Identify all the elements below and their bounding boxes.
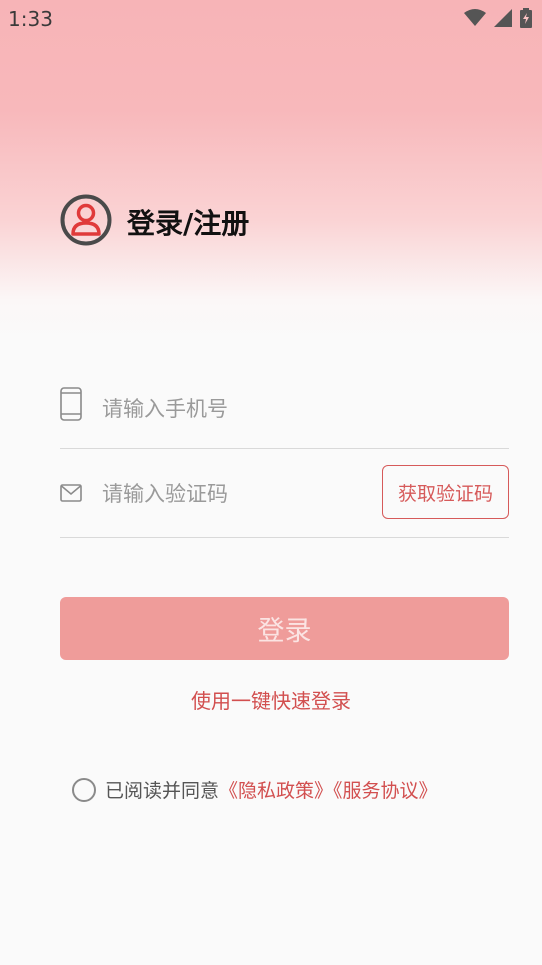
phone-input[interactable] <box>102 370 402 448</box>
code-field: 获取验证码 <box>60 460 509 538</box>
status-icons <box>464 8 532 28</box>
phone-field <box>60 370 509 449</box>
page-title: 登录/注册 <box>127 207 250 240</box>
agreement-label: 已阅读并同意 <box>105 780 220 802</box>
login-header: 登录/注册 <box>60 194 249 250</box>
mail-icon <box>60 484 82 506</box>
agreement: 已阅读并同意《隐私政策》《服务协议》 <box>72 776 438 803</box>
battery-icon <box>520 8 532 28</box>
code-input[interactable] <box>102 460 402 528</box>
login-button[interactable]: 登录 <box>60 597 509 660</box>
get-code-button[interactable]: 获取验证码 <box>382 465 509 519</box>
wifi-icon <box>464 9 486 27</box>
service-agreement-link[interactable]: 《服务协议》 <box>333 780 438 802</box>
user-circle-icon <box>60 194 112 250</box>
privacy-policy-link[interactable]: 《隐私政策》 <box>219 780 333 802</box>
status-bar: 1:33 <box>0 0 542 36</box>
quick-login-link[interactable]: 使用一键快速登录 <box>0 685 542 714</box>
signal-icon <box>494 9 512 27</box>
agreement-text: 已阅读并同意《隐私政策》《服务协议》 <box>105 776 438 803</box>
agreement-radio[interactable] <box>72 777 96 802</box>
status-time: 1:33 <box>8 7 53 31</box>
phone-icon <box>60 387 82 425</box>
